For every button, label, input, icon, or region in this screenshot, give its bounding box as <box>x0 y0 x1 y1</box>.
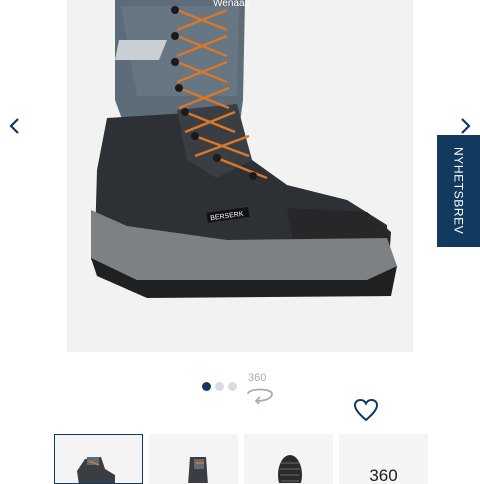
view-360-label: 360 <box>248 372 267 384</box>
wishlist-button[interactable] <box>352 396 380 424</box>
chevron-left-icon <box>9 118 19 134</box>
thumbnail-360-label: 360 <box>369 466 398 484</box>
thumbnail-strip: 360 <box>54 434 428 484</box>
view-360-button[interactable]: 360 <box>243 372 277 404</box>
pagination-dot[interactable] <box>202 382 211 391</box>
boot-illustration: Wenaas BERSERK <box>91 0 397 298</box>
thumbnail-360[interactable]: 360 <box>339 434 428 484</box>
product-image[interactable]: Wenaas BERSERK <box>67 0 413 352</box>
heart-icon <box>353 398 379 422</box>
rotate-360-icon <box>247 388 273 404</box>
newsletter-label: NYHETSBREV <box>451 147 466 235</box>
chevron-right-icon <box>461 118 471 134</box>
thumbnail-sole[interactable] <box>244 434 333 484</box>
newsletter-tab[interactable]: NYHETSBREV <box>437 135 480 247</box>
prev-image-button[interactable] <box>1 112 27 140</box>
thumbnail-image <box>77 457 115 483</box>
thumbnail-image <box>188 457 208 483</box>
thumbnail-boot-side[interactable] <box>54 434 143 484</box>
carousel-pagination <box>202 382 237 391</box>
pagination-dot[interactable] <box>228 382 237 391</box>
brand-tag: Wenaas <box>213 0 250 9</box>
thumbnail-image <box>278 455 302 483</box>
pagination-dot[interactable] <box>215 382 224 391</box>
thumbnail-boot-back[interactable] <box>149 434 238 484</box>
